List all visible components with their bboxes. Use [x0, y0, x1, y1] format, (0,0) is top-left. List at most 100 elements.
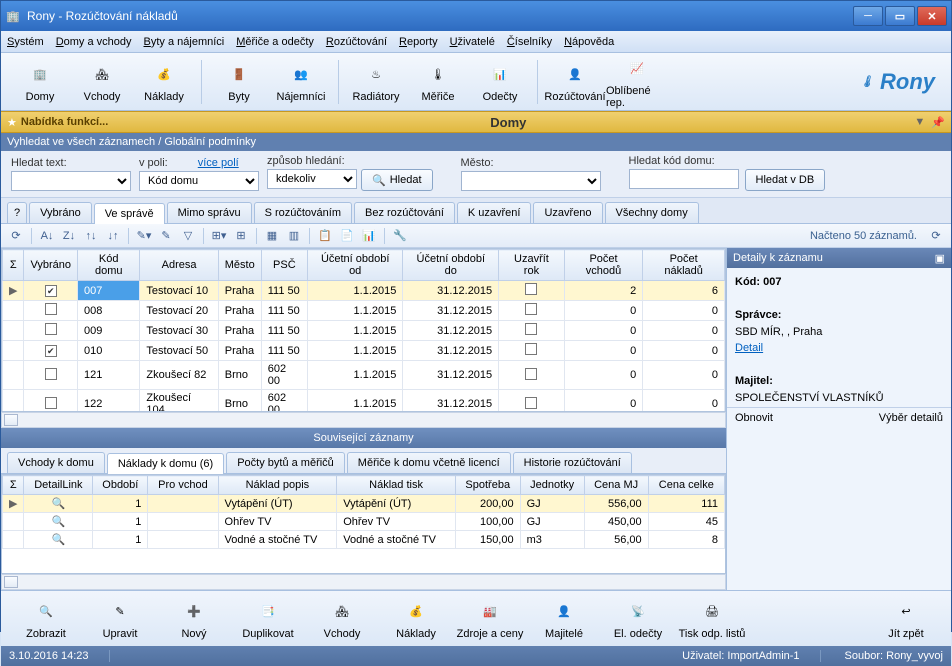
main-grid[interactable]: ΣVybránoKód domuAdresaMěstoPSČÚčetní obd…	[1, 248, 726, 412]
table-row[interactable]: 🔍1Vodné a stočné TVVodné a stočné TV150,…	[3, 531, 725, 549]
code-input[interactable]	[629, 169, 739, 189]
close-button[interactable]: ✕	[917, 6, 947, 26]
col-header[interactable]: Počet vchodů	[564, 250, 643, 281]
detail-collapse-icon[interactable]: ▣	[935, 252, 945, 265]
menu-domy-a-vchody[interactable]: Domy a vchody	[56, 36, 132, 48]
col-header[interactable]: Účetní období od	[308, 250, 403, 281]
bottom-zpet[interactable]: ↩Jít zpět	[869, 592, 943, 646]
magnifier-icon[interactable]: 🔍	[24, 531, 93, 549]
close-year-checkbox[interactable]	[525, 283, 537, 295]
menu-číselníky[interactable]: Číselníky	[507, 36, 552, 48]
more-fields-link[interactable]: více polí	[198, 157, 239, 169]
bottom-duplikovat[interactable]: 📑Duplikovat	[231, 592, 305, 646]
toolbar-rozuctovani[interactable]: 👤Rozúčtování	[544, 55, 606, 109]
row-checkbox[interactable]	[45, 285, 57, 297]
col-header[interactable]: Město	[218, 250, 261, 281]
close-year-checkbox[interactable]	[525, 303, 537, 315]
col-header[interactable]: Počet nákladů	[643, 250, 725, 281]
sort-desc-icon[interactable]: ↓↑	[104, 227, 122, 245]
filter-tab-8[interactable]: Všechny domy	[605, 202, 699, 223]
col-header[interactable]: Spotřeba	[455, 476, 520, 495]
col-header[interactable]: Kód domu	[78, 250, 140, 281]
bottom-vchody[interactable]: 🏘Vchody	[305, 592, 379, 646]
filter-tab-5[interactable]: Bez rozúčtování	[354, 202, 455, 223]
col-header[interactable]: Vybráno	[24, 250, 78, 281]
toolbar-oblibene[interactable]: 📈Oblíbené rep.	[606, 55, 668, 109]
toolbar-odecty[interactable]: 📊Odečty	[469, 55, 531, 109]
col-header[interactable]: Pro vchod	[148, 476, 218, 495]
sort-asc-icon[interactable]: ↑↓	[82, 227, 100, 245]
menu-nápověda[interactable]: Nápověda	[564, 36, 614, 48]
export1-icon[interactable]: 📋	[316, 227, 334, 245]
table-row[interactable]: ▶007Testovací 10Praha111 501.1.201531.12…	[3, 281, 725, 301]
close-year-checkbox[interactable]	[525, 343, 537, 355]
related-tab-3[interactable]: Měřiče k domu včetně licencí	[347, 452, 511, 473]
columns-icon[interactable]: ⊞▾	[210, 227, 228, 245]
close-year-checkbox[interactable]	[525, 323, 537, 335]
col-header[interactable]: Období	[93, 476, 148, 495]
method-select[interactable]: kdekoliv	[267, 169, 357, 189]
table-row[interactable]: 008Testovací 20Praha111 501.1.201531.12.…	[3, 301, 725, 321]
toolbar-vchody[interactable]: 🏘Vchody	[71, 55, 133, 109]
col-header[interactable]: Σ	[3, 476, 24, 495]
menu-měřiče-a-odečty[interactable]: Měřiče a odečty	[236, 36, 314, 48]
bottom-zobrazit[interactable]: 🔍Zobrazit	[9, 592, 83, 646]
related-tab-2[interactable]: Počty bytů a měřičů	[226, 452, 345, 473]
refresh-icon[interactable]: ⟳	[7, 227, 25, 245]
filter-tab-0[interactable]: ?	[7, 202, 27, 223]
related-grid[interactable]: ΣDetailLinkObdobíPro vchodNáklad popisNá…	[1, 474, 726, 574]
table-row[interactable]: 009Testovací 30Praha111 501.1.201531.12.…	[3, 321, 725, 341]
city-select[interactable]	[461, 171, 601, 191]
bottom-tisk[interactable]: 🖨Tisk odp. listů	[675, 592, 749, 646]
col-header[interactable]: Účetní období do	[403, 250, 499, 281]
filter-tab-3[interactable]: Mimo správu	[167, 202, 252, 223]
toolbar-byty[interactable]: 🚪Byty	[208, 55, 270, 109]
toolbar-domy[interactable]: 🏢Domy	[9, 55, 71, 109]
filter-tab-2[interactable]: Ve správě	[94, 203, 165, 224]
toolbar-naklady[interactable]: 💰Náklady	[133, 55, 195, 109]
col-header[interactable]: Náklad tisk	[337, 476, 456, 495]
sort-az-icon[interactable]: A↓	[38, 227, 56, 245]
col-header[interactable]: Jednotky	[520, 476, 584, 495]
export2-icon[interactable]: 📄	[338, 227, 356, 245]
col-header[interactable]: Σ	[3, 250, 24, 281]
table-row[interactable]: 122Zkoušecí 104Brno602 001.1.201531.12.2…	[3, 390, 725, 413]
menu-uživatelé[interactable]: Uživatelé	[450, 36, 495, 48]
select-details-link[interactable]: Výběr detailů	[879, 412, 943, 424]
toolbar-najemnici[interactable]: 👥Nájemníci	[270, 55, 332, 109]
toolbar-radiatory[interactable]: ♨Radiátory	[345, 55, 407, 109]
filter-tab-6[interactable]: K uzavření	[457, 202, 532, 223]
filter-tab-7[interactable]: Uzavřeno	[533, 202, 602, 223]
toolbar-merice[interactable]: 🌡Měřiče	[407, 55, 469, 109]
field-select[interactable]: Kód domu	[139, 171, 259, 191]
table-row[interactable]: 121Zkoušecí 82Brno602 001.1.201531.12.20…	[3, 361, 725, 390]
search-text-input[interactable]	[11, 171, 131, 191]
related-tab-0[interactable]: Vchody k domu	[7, 452, 105, 473]
bottom-upravit[interactable]: ✎Upravit	[83, 592, 157, 646]
col-header[interactable]: Cena celke	[648, 476, 724, 495]
row-checkbox[interactable]	[45, 323, 57, 335]
bottom-zdroje[interactable]: 🏭Zdroje a ceny	[453, 592, 527, 646]
refresh-link[interactable]: Obnovit	[735, 412, 773, 424]
related-tab-1[interactable]: Náklady k domu (6)	[107, 453, 224, 474]
close-year-checkbox[interactable]	[525, 397, 537, 409]
related-scrollbar[interactable]	[1, 574, 726, 590]
col-header[interactable]: Adresa	[140, 250, 218, 281]
menu-systém[interactable]: Systém	[7, 36, 44, 48]
grid-icon[interactable]: ⊞	[232, 227, 250, 245]
row-checkbox[interactable]	[45, 397, 57, 409]
filter-tab-4[interactable]: S rozúčtováním	[254, 202, 352, 223]
magnifier-icon[interactable]: 🔍	[24, 513, 93, 531]
layout2-icon[interactable]: ▥	[285, 227, 303, 245]
minimize-button[interactable]: ─	[853, 6, 883, 26]
pin-icon[interactable]: 📌	[931, 116, 945, 129]
close-year-checkbox[interactable]	[525, 368, 537, 380]
row-checkbox[interactable]	[45, 303, 57, 315]
menu-rozúčtování[interactable]: Rozúčtování	[326, 36, 387, 48]
bottom-naklady[interactable]: 💰Náklady	[379, 592, 453, 646]
table-row[interactable]: 🔍1Ohřev TVOhřev TV100,00GJ450,0045	[3, 513, 725, 531]
menu-byty-a-nájemníci[interactable]: Byty a nájemníci	[144, 36, 225, 48]
related-tab-4[interactable]: Historie rozúčtování	[513, 452, 632, 473]
function-label[interactable]: Nabídka funkcí...	[21, 116, 108, 128]
detail-link[interactable]: Detail	[735, 340, 943, 357]
